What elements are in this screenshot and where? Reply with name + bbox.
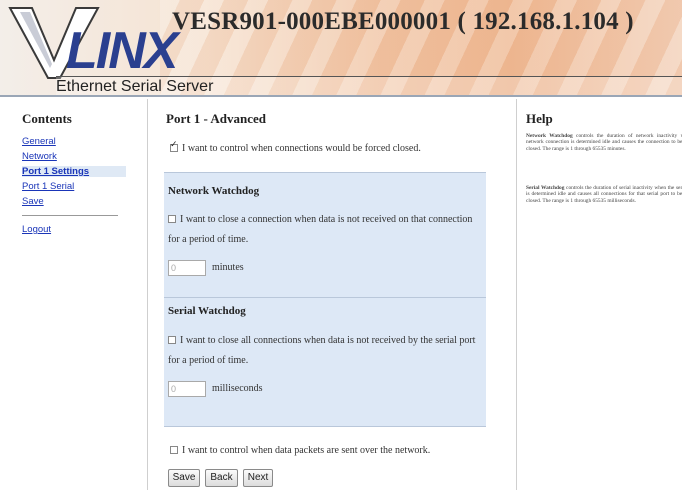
force-close-label: I want to control when connections would… — [182, 143, 421, 154]
page-title: Port 1 - Advanced — [166, 111, 267, 126]
nav-divider — [22, 215, 118, 216]
main-content: Port 1 - Advanced I want to control when… — [147, 99, 517, 490]
save-button[interactable]: Save — [168, 469, 200, 487]
network-watchdog-title: Network Watchdog — [168, 185, 260, 197]
nav-link-general[interactable]: General — [22, 136, 56, 147]
nav-link-save[interactable]: Save — [22, 196, 44, 207]
svg-text:LINX: LINX — [66, 22, 182, 80]
force-close-row: I want to control when connections would… — [170, 140, 421, 154]
serial-watchdog-checkbox[interactable] — [168, 336, 176, 344]
back-button[interactable]: Back — [205, 469, 238, 487]
help-serial-paragraph: Serial Watchdog controls the duration of… — [526, 185, 682, 204]
brand-subtitle-bar: Ethernet Serial Server — [56, 76, 682, 95]
nav-link-port1-serial[interactable]: Port 1 Serial — [22, 181, 74, 192]
help-network-paragraph: Network Watchdog controls the duration o… — [526, 133, 682, 152]
force-close-checkbox[interactable] — [170, 140, 178, 152]
serial-watchdog-title: Serial Watchdog — [168, 305, 246, 317]
help-panel: Help Network Watchdog controls the durat… — [518, 99, 682, 490]
help-title: Help — [526, 111, 553, 126]
nav-link-network[interactable]: Network — [22, 151, 57, 162]
page-header: LINX VESR901-000EBE000001 ( 192.168.1.10… — [0, 0, 682, 97]
watchdog-separator — [164, 297, 486, 298]
network-watchdog-label: I want to close a connection when data i… — [168, 214, 473, 245]
next-button[interactable]: Next — [243, 469, 273, 487]
watchdog-panel: Network Watchdog I want to close a conne… — [164, 172, 486, 427]
serial-watchdog-ms-input[interactable] — [168, 381, 206, 397]
packet-control-checkbox[interactable] — [170, 446, 178, 454]
network-watchdog-row: I want to close a connection when data i… — [168, 210, 480, 250]
network-watchdog-unit: minutes — [212, 262, 244, 273]
serial-watchdog-row: I want to close all connections when dat… — [168, 331, 480, 371]
packet-control-row: I want to control when data packets are … — [170, 445, 430, 456]
serial-watchdog-label: I want to close all connections when dat… — [168, 335, 476, 366]
contents-title: Contents — [22, 111, 72, 126]
network-watchdog-minutes-input[interactable] — [168, 260, 206, 276]
network-watchdog-checkbox[interactable] — [168, 215, 176, 223]
brand-subtitle: Ethernet Serial Server — [56, 78, 214, 95]
contents-sidebar: Contents General Network Port 1 Settings… — [0, 99, 147, 490]
nav-link-logout[interactable]: Logout — [22, 224, 51, 235]
packet-control-label: I want to control when data packets are … — [182, 445, 431, 456]
nav-link-port1-settings[interactable]: Port 1 Settings — [22, 166, 126, 177]
device-title: VESR901-000EBE000001 ( 192.168.1.104 ) — [172, 8, 634, 35]
serial-watchdog-unit: milliseconds — [212, 383, 263, 394]
